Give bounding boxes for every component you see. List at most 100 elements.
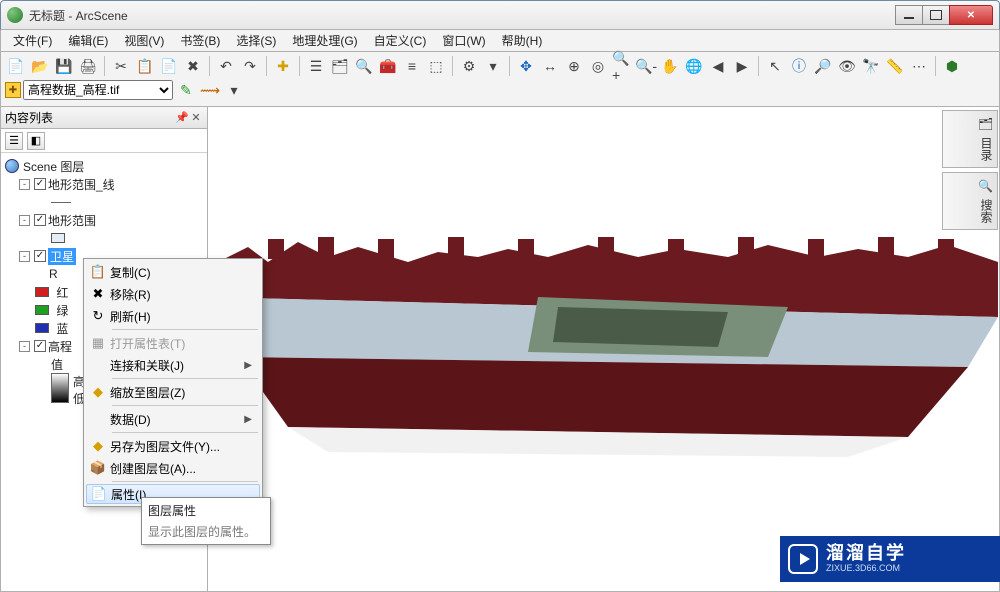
georef-tool2[interactable]: ⟿: [199, 79, 221, 101]
python-button[interactable]: ≡: [401, 55, 423, 77]
expander-icon[interactable]: -: [19, 179, 30, 190]
search-tab[interactable]: 🔍搜索: [942, 172, 998, 230]
ctx-data[interactable]: 数据(D)▶: [86, 408, 260, 430]
window-titlebar: 无标题 - ArcScene: [0, 0, 1000, 30]
checkbox[interactable]: [34, 250, 46, 262]
print-button[interactable]: 🖨: [77, 55, 99, 77]
expander-icon[interactable]: -: [19, 215, 30, 226]
tree-node-terrain[interactable]: - 地形范围: [3, 211, 205, 229]
menu-file[interactable]: 文件(F): [7, 30, 58, 51]
toc-pin-icon[interactable]: 📌: [175, 111, 189, 124]
find-button[interactable]: 👁: [836, 55, 858, 77]
search-window-button[interactable]: 🔍: [353, 55, 375, 77]
cut-button[interactable]: ✂: [110, 55, 132, 77]
checkbox[interactable]: [34, 178, 46, 190]
toc-header: 内容列表 📌 ✕: [1, 107, 207, 129]
center-button[interactable]: ⊕: [563, 55, 585, 77]
add-layer-icon: ✚: [5, 82, 21, 98]
table-icon: ▦: [86, 335, 110, 351]
navigate-button[interactable]: ✥: [515, 55, 537, 77]
copy-button[interactable]: 📋: [134, 55, 156, 77]
binoculars-button[interactable]: 🔭: [860, 55, 882, 77]
layer-context-menu: 📋复制(C) ✖移除(R) ↻刷新(H) ▦打开属性表(T) 连接和关联(J)▶…: [83, 258, 263, 507]
menu-windows[interactable]: 窗口(W): [436, 30, 491, 51]
window-minimize-button[interactable]: [895, 5, 923, 25]
menu-view[interactable]: 视图(V): [118, 30, 170, 51]
fly-button[interactable]: ↔: [539, 55, 561, 77]
layer-label: 高程: [48, 338, 72, 355]
menu-geoprocessing[interactable]: 地理处理(G): [286, 30, 363, 51]
time-button[interactable]: ⋯: [908, 55, 930, 77]
new-button[interactable]: 📄: [5, 55, 27, 77]
toc-button[interactable]: ☰: [305, 55, 327, 77]
modelbuilder-button[interactable]: ⬚: [425, 55, 447, 77]
paste-button[interactable]: 📄: [158, 55, 180, 77]
menu-customize[interactable]: 自定义(C): [368, 30, 433, 51]
expander-icon[interactable]: -: [19, 251, 30, 262]
toc-view-buttons: ☰ ◧: [1, 129, 207, 153]
add-data-button[interactable]: ✚: [272, 55, 294, 77]
pan-button[interactable]: ✋: [659, 55, 681, 77]
globe-icon: [5, 159, 19, 173]
menu-bookmarks[interactable]: 书签(B): [174, 30, 226, 51]
narrow-fov-button[interactable]: ◀: [707, 55, 729, 77]
ctx-refresh[interactable]: ↻刷新(H): [86, 305, 260, 327]
open-button[interactable]: 📂: [29, 55, 51, 77]
full-extent-button[interactable]: 🌐: [683, 55, 705, 77]
expander-icon[interactable]: -: [19, 341, 30, 352]
delete-button[interactable]: ✖: [182, 55, 204, 77]
package-icon: 📦: [86, 460, 110, 476]
subtool1[interactable]: ⚙: [458, 55, 480, 77]
georef-tool3[interactable]: ▾: [223, 79, 245, 101]
toolbars: 📄 📂 💾 🖨 ✂ 📋 📄 ✖ ↶ ↷ ✚ ☰ 🗂 🔍 🧰 ≡ ⬚ ⚙ ▾ ✥ …: [0, 52, 1000, 107]
redo-button[interactable]: ↷: [239, 55, 261, 77]
ctx-remove[interactable]: ✖移除(R): [86, 283, 260, 305]
checkbox[interactable]: [34, 340, 46, 352]
ctx-zoom-to-layer[interactable]: ◆缩放至图层(Z): [86, 381, 260, 403]
identify-button[interactable]: ⓘ: [788, 55, 810, 77]
zoom-layer-icon: ◆: [86, 384, 110, 400]
ctx-join-relate[interactable]: 连接和关联(J)▶: [86, 354, 260, 376]
tree-root[interactable]: Scene 图层: [3, 157, 205, 175]
toc-close-icon[interactable]: ✕: [189, 111, 203, 124]
ctx-create-package[interactable]: 📦创建图层包(A)...: [86, 457, 260, 479]
root-label: Scene 图层: [23, 158, 84, 175]
measure-button[interactable]: 🔎: [812, 55, 834, 77]
toc-list-by-drawing[interactable]: ☰: [5, 132, 23, 150]
ctx-save-as-layer[interactable]: ◆另存为图层文件(Y)...: [86, 435, 260, 457]
cube-button[interactable]: ⬢: [941, 55, 963, 77]
tooltip: 图层属性 显示此图层的属性。: [141, 497, 271, 545]
green-swatch: [35, 305, 49, 315]
georef-tool1[interactable]: ✎: [175, 79, 197, 101]
ruler-button[interactable]: 📏: [884, 55, 906, 77]
zoomin-button[interactable]: 🔍+: [611, 55, 633, 77]
window-maximize-button[interactable]: [922, 5, 950, 25]
menu-edit[interactable]: 编辑(E): [62, 30, 114, 51]
checkbox[interactable]: [34, 214, 46, 226]
catalog-button[interactable]: 🗂: [329, 55, 351, 77]
terrain-render: [208, 107, 998, 591]
toc-list-by-source[interactable]: ◧: [27, 132, 45, 150]
subtool2[interactable]: ▾: [482, 55, 504, 77]
scene-viewport[interactable]: [208, 107, 999, 591]
layer-select[interactable]: 高程数据_高程.tif: [23, 80, 173, 100]
properties-icon: 📄: [87, 486, 111, 502]
wide-fov-button[interactable]: ▶: [731, 55, 753, 77]
zoomout-button[interactable]: 🔍-: [635, 55, 657, 77]
target-button[interactable]: ◎: [587, 55, 609, 77]
tree-node-terrain-line[interactable]: - 地形范围_线: [3, 175, 205, 193]
menu-help[interactable]: 帮助(H): [496, 30, 549, 51]
window-close-button[interactable]: [949, 5, 993, 25]
toolbox-button[interactable]: 🧰: [377, 55, 399, 77]
ctx-copy[interactable]: 📋复制(C): [86, 261, 260, 283]
layer-label: 地形范围_线: [48, 176, 115, 193]
menu-selection[interactable]: 选择(S): [230, 30, 282, 51]
watermark: 溜溜自学 ZIXUE.3D66.COM: [780, 536, 1000, 582]
layer-combo[interactable]: ✚ 高程数据_高程.tif: [5, 80, 173, 100]
catalog-tab[interactable]: 🗂目录: [942, 110, 998, 168]
red-swatch: [35, 287, 49, 297]
select-button[interactable]: ↖: [764, 55, 786, 77]
value-label: 值: [51, 356, 63, 373]
save-button[interactable]: 💾: [53, 55, 75, 77]
undo-button[interactable]: ↶: [215, 55, 237, 77]
